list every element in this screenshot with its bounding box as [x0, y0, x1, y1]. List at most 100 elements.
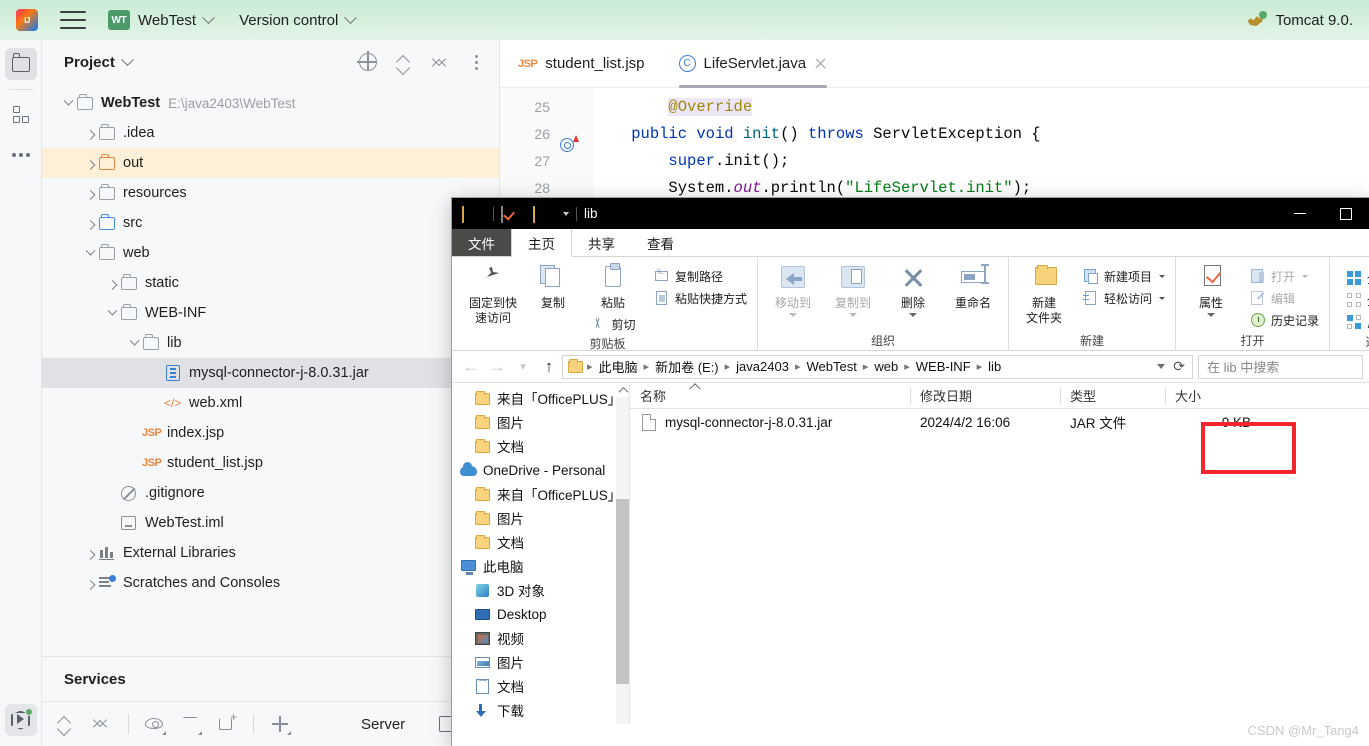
- explorer-titlebar[interactable]: lib: [452, 198, 1369, 229]
- project-tree-item[interactable]: WebTest E:\java2403\WebTest: [42, 88, 499, 118]
- nav-pane-item[interactable]: 3D 对象: [452, 578, 630, 602]
- column-header[interactable]: 名称: [630, 383, 910, 409]
- nav-pane-item[interactable]: 下载: [452, 698, 630, 722]
- chevron-down-icon[interactable]: [563, 211, 569, 216]
- paste-shortcut-button[interactable]: 粘贴快捷方式: [650, 287, 751, 309]
- delete-button[interactable]: 删除: [884, 263, 942, 317]
- rename-button[interactable]: 重命名: [944, 263, 1002, 311]
- project-tree-item[interactable]: External Libraries: [42, 538, 499, 568]
- select-opened-file-icon[interactable]: [357, 51, 377, 71]
- project-tree-item[interactable]: .gitignore: [42, 478, 499, 508]
- breadcrumb-item[interactable]: web: [869, 359, 903, 374]
- breadcrumb-item[interactable]: 此电脑: [594, 357, 643, 376]
- invert-selection-button[interactable]: 反向选择: [1342, 311, 1369, 333]
- project-tree-item[interactable]: resources: [42, 178, 499, 208]
- ribbon-tab[interactable]: 共享: [572, 229, 631, 256]
- column-header[interactable]: 类型: [1060, 383, 1165, 409]
- nav-pane-item[interactable]: 图片: [452, 506, 630, 530]
- options-kebab-icon[interactable]: [467, 53, 485, 71]
- services-server-label[interactable]: Server: [361, 716, 405, 733]
- new-item-button[interactable]: 新建项目: [1079, 265, 1169, 287]
- quick-access-folder-icon[interactable]: [462, 205, 478, 223]
- services-tool-button[interactable]: [4, 704, 37, 736]
- add-service-icon[interactable]: [270, 714, 291, 735]
- expand-all-icon[interactable]: [395, 53, 413, 71]
- nav-pane-item[interactable]: 图片: [452, 410, 630, 434]
- project-tree-item[interactable]: JSP student_list.jsp: [42, 448, 499, 478]
- move-to-button[interactable]: 移动到: [764, 263, 822, 317]
- override-method-icon[interactable]: [560, 137, 574, 152]
- up-arrow-icon[interactable]: ↑: [536, 354, 562, 380]
- properties-quick-icon[interactable]: [501, 205, 517, 223]
- close-icon[interactable]: [814, 57, 827, 70]
- collapse-all-icon[interactable]: [431, 53, 449, 71]
- nav-pane-item[interactable]: 图片: [452, 650, 630, 674]
- version-control-selector[interactable]: Version control: [239, 10, 358, 29]
- more-tool-windows-button[interactable]: [5, 139, 37, 171]
- project-tree-item[interactable]: </> web.xml: [42, 388, 499, 418]
- nav-pane-item[interactable]: 来自「OfficePLUS」: [452, 386, 630, 410]
- breadcrumb-item[interactable]: java2403: [731, 359, 794, 374]
- easy-access-button[interactable]: 轻松访问: [1079, 287, 1169, 309]
- new-tab-icon[interactable]: [217, 710, 237, 734]
- minimize-button[interactable]: [1277, 198, 1323, 229]
- scroll-up-icon[interactable]: [616, 383, 630, 397]
- column-header[interactable]: 修改日期: [910, 383, 1060, 409]
- open-button[interactable]: 打开: [1246, 265, 1323, 287]
- nav-pane-scrollbar[interactable]: [616, 383, 630, 724]
- new-folder-button[interactable]: 新建 文件夹: [1015, 263, 1073, 326]
- recent-locations-icon[interactable]: ▾: [510, 354, 536, 380]
- project-tree-item[interactable]: static: [42, 268, 499, 298]
- paste-button[interactable]: 粘贴: [584, 263, 642, 311]
- select-none-button[interactable]: 全部取消: [1342, 289, 1369, 311]
- project-selector[interactable]: WT WebTest: [108, 10, 215, 30]
- maximize-button[interactable]: [1323, 198, 1369, 229]
- copy-button[interactable]: 复制: [524, 263, 582, 311]
- history-button[interactable]: 历史记录: [1246, 309, 1323, 331]
- pin-to-quick-access-button[interactable]: 固定到快 速访问: [464, 263, 522, 326]
- run-configuration[interactable]: Tomcat 9.0.: [1247, 11, 1357, 29]
- nav-pane-item[interactable]: 来自「OfficePLUS」: [452, 482, 630, 506]
- nav-pane-item[interactable]: 此电脑: [452, 554, 630, 578]
- chevron-down-icon[interactable]: [120, 52, 134, 66]
- breadcrumb-item[interactable]: 新加卷 (E:): [650, 357, 724, 376]
- editor-tab[interactable]: LifeServlet.java: [678, 40, 828, 88]
- nav-pane-item[interactable]: Desktop: [452, 602, 630, 626]
- tree-twisty[interactable]: [82, 219, 98, 230]
- new-folder-quick-icon[interactable]: [533, 205, 549, 223]
- project-tree-item[interactable]: src: [42, 208, 499, 238]
- forward-arrow-icon[interactable]: →: [484, 354, 510, 380]
- nav-pane-item[interactable]: 视频: [452, 626, 630, 650]
- ribbon-tab[interactable]: 查看: [631, 229, 690, 256]
- nav-pane-item[interactable]: 文档: [452, 530, 630, 554]
- tree-twisty[interactable]: [82, 549, 98, 560]
- tree-twisty[interactable]: [126, 335, 142, 347]
- nav-pane-item[interactable]: 文档: [452, 674, 630, 698]
- breadcrumb-item[interactable]: WEB-INF: [911, 359, 976, 374]
- refresh-icon[interactable]: ⟳: [1173, 358, 1185, 375]
- scrollbar-thumb[interactable]: [616, 499, 630, 684]
- cut-button[interactable]: 剪切: [586, 313, 639, 335]
- show-hide-icon[interactable]: [145, 714, 166, 735]
- expand-all-icon[interactable]: [56, 714, 76, 734]
- tool-window-structure[interactable]: [5, 99, 37, 131]
- tool-window-project[interactable]: [4, 48, 37, 80]
- editor-tab[interactable]: JSP student_list.jsp: [518, 40, 645, 88]
- project-tree-item[interactable]: JSP index.jsp: [42, 418, 499, 448]
- select-all-button[interactable]: 全部选择: [1342, 267, 1369, 289]
- tree-twisty[interactable]: [82, 579, 98, 590]
- search-input[interactable]: 在 lib 中搜索: [1198, 354, 1363, 379]
- main-menu-icon[interactable]: [60, 11, 86, 29]
- file-row[interactable]: mysql-connector-j-8.0.31.jar 2024/4/2 16:…: [630, 409, 1369, 435]
- nav-pane-item[interactable]: 文档: [452, 434, 630, 458]
- edit-button[interactable]: 编辑: [1246, 287, 1323, 309]
- address-breadcrumb-box[interactable]: ▸ 此电脑 ▸ 新加卷 (E:) ▸ java2403 ▸ WebTest ▸ web ▸ WEB-I…: [562, 354, 1193, 379]
- project-tree-item[interactable]: Scratches and Consoles: [42, 568, 499, 598]
- project-tree-item[interactable]: WebTest.iml: [42, 508, 499, 538]
- collapse-all-icon[interactable]: [92, 714, 112, 734]
- project-tree-item[interactable]: web: [42, 238, 499, 268]
- filter-icon[interactable]: [181, 714, 202, 735]
- column-header[interactable]: 大小: [1165, 383, 1265, 409]
- copy-path-button[interactable]: 复制路径: [650, 265, 751, 287]
- tree-twisty[interactable]: [60, 95, 76, 107]
